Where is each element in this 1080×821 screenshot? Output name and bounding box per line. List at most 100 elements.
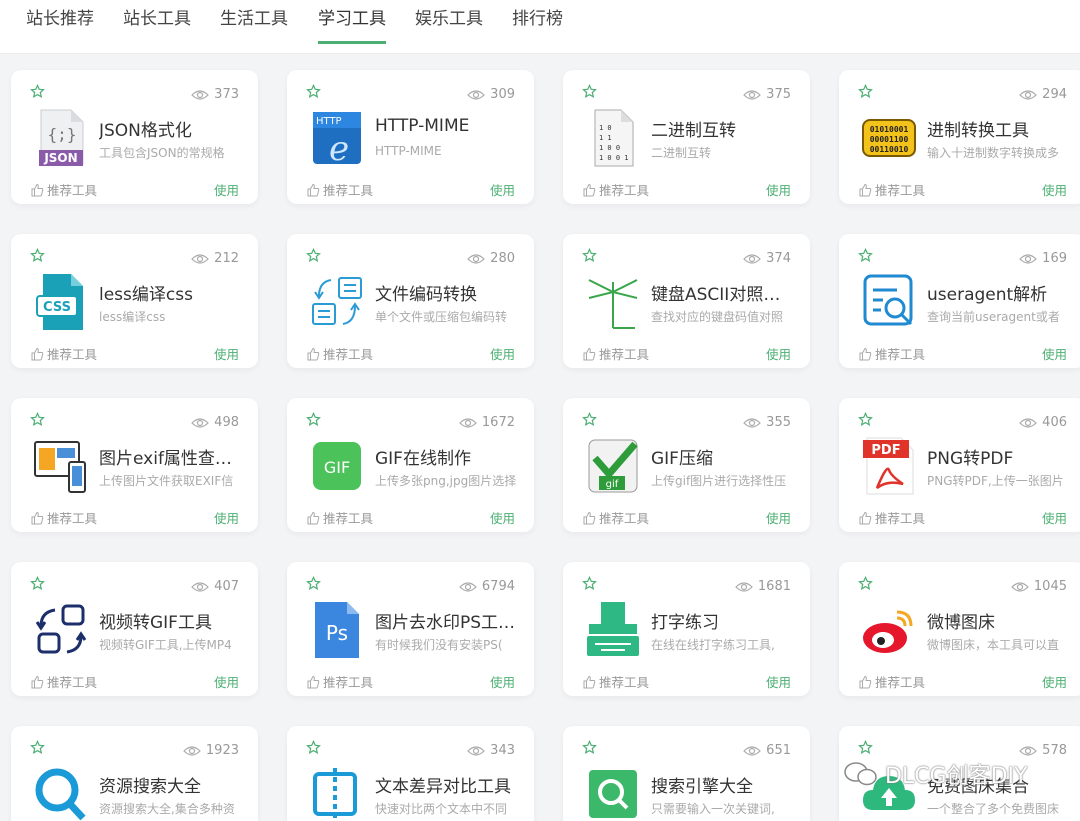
tool-card[interactable]: 406 PDF PNG转PDF PNG转PDF,上传一张图片 推荐工具 使用	[839, 398, 1080, 532]
use-button[interactable]: 使用	[214, 672, 239, 691]
recommend-label: 推荐工具	[599, 183, 650, 198]
tool-title[interactable]: 二进制互转	[651, 116, 806, 141]
recommend-button[interactable]: 推荐工具	[858, 180, 925, 199]
tool-title[interactable]: HTTP-MIME	[375, 116, 530, 136]
tool-card[interactable]: 407 视频转GIF工具 视频转GIF工具,上传MP4 推荐工具 使用	[11, 562, 258, 696]
tool-title[interactable]: useragent解析	[927, 280, 1080, 305]
thumbs-up-icon	[306, 675, 320, 689]
tool-title[interactable]: PNG转PDF	[927, 444, 1080, 469]
tool-title[interactable]: 图片exif属性查…	[99, 444, 254, 469]
eye-icon	[467, 253, 486, 265]
tool-title[interactable]: 进制转换工具	[927, 116, 1080, 141]
thumbs-up-icon	[306, 511, 320, 525]
recommend-button[interactable]: 推荐工具	[858, 344, 925, 363]
use-button[interactable]: 使用	[490, 180, 515, 199]
recommend-button[interactable]: 推荐工具	[582, 180, 649, 199]
view-count-value: 1672	[481, 415, 515, 430]
use-button[interactable]: 使用	[766, 180, 791, 199]
use-button[interactable]: 使用	[214, 344, 239, 363]
tool-description: 查询当前useragent或者	[927, 310, 1060, 324]
tool-title[interactable]: 微博图床	[927, 608, 1080, 633]
tool-card[interactable]: 343文本差异对比工具快速对比两个文本中不同推荐工具使用	[287, 726, 534, 821]
tool-card[interactable]: 373 {;} JSON JSON格式化 工具包含JSON的常规格 推荐工具 使用	[11, 70, 258, 204]
view-count: 309	[467, 87, 515, 102]
tool-card[interactable]: 375 1 01 11 0 01 0 0 1 二进制互转 二进制互转 推荐工具 使用	[563, 70, 810, 204]
tool-description: 二进制互转	[651, 146, 712, 160]
thumbs-up-icon	[30, 675, 44, 689]
tool-card[interactable]: 1681 打字练习 在线在线打字练习工具, 推荐工具 使用	[563, 562, 810, 696]
recommend-button[interactable]: 推荐工具	[858, 508, 925, 527]
use-button[interactable]: 使用	[1042, 344, 1067, 363]
recommend-button[interactable]: 推荐工具	[306, 180, 373, 199]
use-button[interactable]: 使用	[1042, 508, 1067, 527]
tool-title[interactable]: 资源搜索大全	[99, 772, 254, 797]
tab-study-tools[interactable]: 学习工具	[318, 8, 386, 44]
recommend-button[interactable]: 推荐工具	[30, 180, 97, 199]
tool-card[interactable]: 355 gif GIF压缩 上传gif图片进行选择性压 推荐工具 使用	[563, 398, 810, 532]
tab-ranking[interactable]: 排行榜	[512, 8, 563, 44]
tool-title[interactable]: 键盘ASCII对照…	[651, 280, 806, 305]
use-button[interactable]: 使用	[1042, 180, 1067, 199]
use-button[interactable]: 使用	[766, 508, 791, 527]
recommend-button[interactable]: 推荐工具	[858, 672, 925, 691]
recommend-button[interactable]: 推荐工具	[306, 508, 373, 527]
tab-fun-tools[interactable]: 娱乐工具	[415, 8, 483, 44]
tool-card[interactable]: 651搜索引擎大全只需要输入一次关键词,推荐工具使用	[563, 726, 810, 821]
tab-site-tools[interactable]: 站长工具	[123, 8, 191, 44]
eye-icon	[743, 89, 762, 101]
http-mime-icon: HTTP e	[309, 108, 365, 169]
tool-card[interactable]: 1672 GIF GIF在线制作 上传多张png,jpg图片选择 推荐工具 使用	[287, 398, 534, 532]
tab-site-recommend[interactable]: 站长推荐	[26, 8, 94, 44]
tool-card[interactable]: 280 文件编码转换 单个文件或压缩包编码转 推荐工具 使用	[287, 234, 534, 368]
recommend-button[interactable]: 推荐工具	[30, 508, 97, 527]
use-button[interactable]: 使用	[766, 672, 791, 691]
recommend-label: 推荐工具	[47, 675, 98, 690]
tool-description: 查找对应的键盘码值对照	[651, 310, 784, 324]
use-button[interactable]: 使用	[766, 344, 791, 363]
use-button[interactable]: 使用	[214, 180, 239, 199]
recommend-label: 推荐工具	[599, 347, 650, 362]
use-button[interactable]: 使用	[490, 672, 515, 691]
svg-text:00110010: 00110010	[870, 145, 909, 154]
tool-title[interactable]: 打字练习	[651, 608, 806, 633]
recommend-button[interactable]: 推荐工具	[306, 344, 373, 363]
photoshop-icon: Ps	[309, 600, 365, 660]
use-button[interactable]: 使用	[490, 344, 515, 363]
view-count: 375	[743, 87, 791, 102]
tool-description: 输入十进制数字转换成多	[927, 146, 1060, 160]
tool-title[interactable]: JSON格式化	[99, 116, 254, 141]
tool-card[interactable]: 212 CSS less编译css less编译css 推荐工具 使用	[11, 234, 258, 368]
recommend-button[interactable]: 推荐工具	[582, 672, 649, 691]
tool-card[interactable]: 309 HTTP e HTTP-MIME HTTP-MIME 推荐工具 使用	[287, 70, 534, 204]
tool-card[interactable]: 1923资源搜索大全资源搜索大全,集合多种资推荐工具使用	[11, 726, 258, 821]
tool-title[interactable]: 文本差异对比工具	[375, 772, 530, 797]
view-count-value: 280	[490, 251, 515, 266]
recommend-button[interactable]: 推荐工具	[582, 344, 649, 363]
tab-life-tools[interactable]: 生活工具	[220, 8, 288, 44]
tool-title[interactable]: 文件编码转换	[375, 280, 530, 305]
use-button[interactable]: 使用	[490, 508, 515, 527]
recommend-button[interactable]: 推荐工具	[306, 672, 373, 691]
tool-title[interactable]: GIF在线制作	[375, 444, 530, 469]
use-button[interactable]: 使用	[1042, 672, 1067, 691]
view-count-value: 651	[766, 743, 791, 758]
tool-card[interactable]: 6794 Ps 图片去水印PS工… 有时候我们没有安装PS(推荐工具 使用	[287, 562, 534, 696]
tool-title[interactable]: 视频转GIF工具	[99, 608, 254, 633]
recommend-button[interactable]: 推荐工具	[582, 508, 649, 527]
tool-title[interactable]: less编译css	[99, 280, 254, 305]
tool-card[interactable]: 374 键盘ASCII对照… 查找对应的键盘码值对照 推荐工具 使用	[563, 234, 810, 368]
eye-icon	[1019, 253, 1038, 265]
view-count-value: 343	[490, 743, 515, 758]
recommend-button[interactable]: 推荐工具	[30, 344, 97, 363]
tool-card[interactable]: 498 图片exif属性查… 上传图片文件获取EXIF信 推荐工具 使用	[11, 398, 258, 532]
svg-text:GIF: GIF	[324, 458, 350, 477]
tool-title[interactable]: 搜索引擎大全	[651, 772, 806, 797]
tool-card[interactable]: 294 01010001 00001100 00110010 进制转换工具 输入十进制数字…	[839, 70, 1080, 204]
thumbs-up-icon	[858, 675, 872, 689]
tool-card[interactable]: 169 useragent解析 查询当前useragent或者 推荐工具 使用	[839, 234, 1080, 368]
recommend-button[interactable]: 推荐工具	[30, 672, 97, 691]
tool-title[interactable]: GIF压缩	[651, 444, 806, 469]
tool-title[interactable]: 图片去水印PS工…	[375, 608, 530, 633]
tool-card[interactable]: 1045 微博图床 微博图床，本工具可以直 推荐工具 使用	[839, 562, 1080, 696]
use-button[interactable]: 使用	[214, 508, 239, 527]
